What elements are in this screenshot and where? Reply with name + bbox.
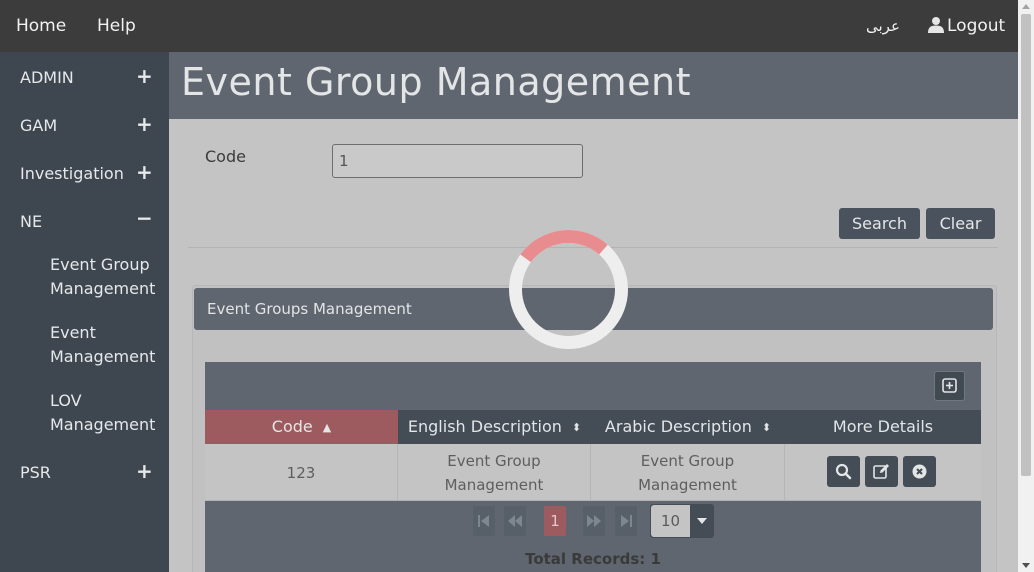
view-details-button[interactable] <box>827 456 860 487</box>
sidebar-item-label: ADMIN <box>20 68 74 87</box>
edit-button[interactable] <box>865 456 898 487</box>
column-header-code[interactable]: Code ▲ <box>205 410 398 444</box>
sidebar: ADMIN + GAM + Investigation + NE − Event… <box>0 52 169 572</box>
delete-icon <box>912 464 927 479</box>
column-header-label: Code <box>271 417 313 436</box>
pagination: 1 10 Total Records: 1 <box>205 501 981 572</box>
sidebar-item-gam[interactable]: GAM + <box>0 104 169 144</box>
sort-both-icon: ⬍ <box>571 421 582 434</box>
nav-help-link[interactable]: Help <box>97 0 136 52</box>
column-header-label: English Description <box>407 417 562 436</box>
sidebar-item-label: NE <box>20 212 43 231</box>
scroll-down-icon[interactable] <box>1022 563 1030 568</box>
logout-label: Logout <box>947 16 1006 36</box>
sidebar-item-psr[interactable]: PSR + <box>0 451 169 491</box>
nav-home-link[interactable]: Home <box>16 0 66 52</box>
total-records: Total Records: 1 <box>525 550 661 568</box>
language-switch-link[interactable]: عربى <box>866 0 900 52</box>
sort-up-icon: ▲ <box>322 421 332 434</box>
next-page-button[interactable] <box>583 506 605 536</box>
panel-title: Event Groups Management <box>207 300 412 318</box>
logout-link[interactable]: Logout <box>928 0 1005 52</box>
loading-spinner <box>509 230 628 349</box>
last-page-button[interactable] <box>615 506 637 536</box>
table-header: Code ▲ English Description ⬍ Arabic Descri… <box>205 410 981 444</box>
column-header-english-description[interactable]: English Description ⬍ <box>398 410 591 444</box>
column-header-more-details: More Details <box>832 417 934 436</box>
sidebar-item-investigation[interactable]: Investigation + <box>0 152 169 192</box>
first-page-button[interactable] <box>473 506 495 536</box>
collapse-icon: − <box>136 206 153 230</box>
code-input[interactable] <box>332 144 583 178</box>
sort-both-icon: ⬍ <box>761 421 772 434</box>
page-header: Event Group Management <box>169 52 1018 119</box>
previous-page-button[interactable] <box>504 506 526 536</box>
scroll-up-icon[interactable] <box>1022 4 1030 9</box>
sidebar-item-label: Investigation <box>20 164 124 183</box>
top-navbar: Home Help عربى Logout <box>0 0 1018 52</box>
next-page-icon <box>587 515 601 527</box>
results-table: Code ▲ English Description ⬍ Arabic Descri… <box>205 362 981 572</box>
cell-code: 123 <box>205 444 398 501</box>
sidebar-item-ne[interactable]: NE − <box>0 200 169 240</box>
column-toggle-button[interactable] <box>934 371 965 401</box>
sidebar-subitem-event-group-management[interactable]: Event Group Management <box>50 253 165 301</box>
column-header-label: Arabic Description <box>604 417 752 436</box>
delete-button[interactable] <box>903 456 936 487</box>
page-1-button[interactable]: 1 <box>544 506 566 536</box>
clear-button[interactable]: Clear <box>926 208 995 239</box>
page-title: Event Group Management <box>181 60 692 104</box>
sidebar-subitem-event-management[interactable]: Event Management <box>50 321 165 369</box>
code-label: Code <box>205 147 246 166</box>
first-page-icon <box>478 515 489 527</box>
chevron-down-icon <box>697 518 707 524</box>
expand-icon: + <box>136 160 153 184</box>
column-header-arabic-description[interactable]: Arabic Description ⬍ <box>591 410 785 444</box>
scroll-thumb[interactable] <box>1021 14 1031 476</box>
page-scrollbar[interactable] <box>1018 0 1034 572</box>
cell-arabic-description: Event Group Management <box>591 444 785 501</box>
rows-per-page-select[interactable]: 10 <box>650 504 714 538</box>
sidebar-item-admin[interactable]: ADMIN + <box>0 56 169 96</box>
cell-actions <box>785 444 981 501</box>
expand-icon: + <box>136 64 153 88</box>
edit-icon <box>873 464 889 479</box>
user-icon <box>928 17 944 33</box>
sidebar-item-label: GAM <box>20 116 58 135</box>
column-toggle-icon <box>942 378 957 393</box>
search-icon <box>835 463 852 480</box>
cell-english-description: Event Group Management <box>398 444 591 501</box>
prev-page-icon <box>508 515 522 527</box>
expand-icon: + <box>136 459 153 483</box>
sidebar-item-label: PSR <box>20 463 51 482</box>
expand-icon: + <box>136 112 153 136</box>
table-row: 123 Event Group Management Event Group M… <box>205 444 981 501</box>
rows-per-page-value: 10 <box>651 505 690 537</box>
sidebar-subitem-lov-management[interactable]: LOV Management <box>50 389 165 437</box>
search-button[interactable]: Search <box>839 208 920 239</box>
last-page-icon <box>621 515 632 527</box>
